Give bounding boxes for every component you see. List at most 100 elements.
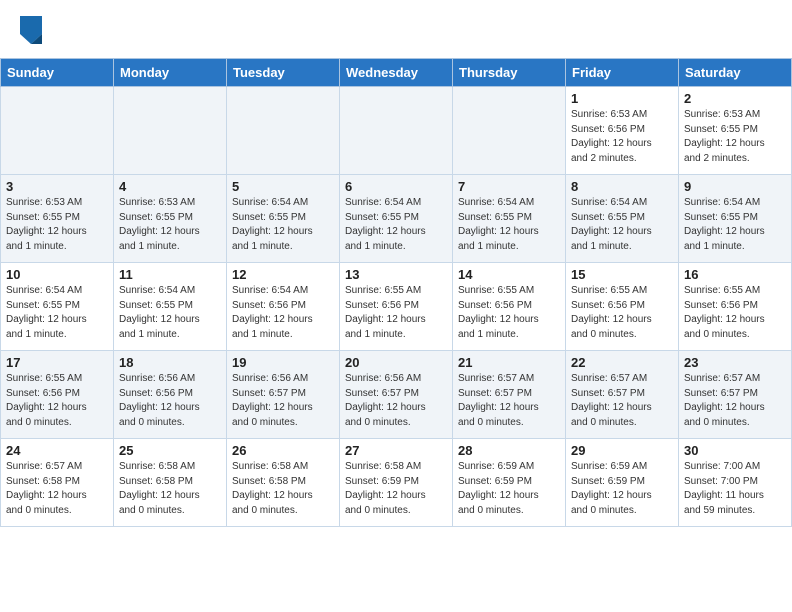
day-info: Sunrise: 6:54 AMSunset: 6:55 PMDaylight:… — [119, 284, 221, 342]
calendar-cell: 13 Sunrise: 6:55 AMSunset: 6:56 PMDayligh… — [340, 263, 453, 351]
calendar-cell: 10 Sunrise: 6:54 AMSunset: 6:55 PMDayligh… — [1, 263, 114, 351]
day-info: Sunrise: 6:59 AMSunset: 6:59 PMDaylight:… — [458, 460, 560, 518]
calendar-cell — [453, 87, 566, 175]
day-number: 28 — [458, 443, 560, 458]
day-info: Sunrise: 6:53 AMSunset: 6:55 PMDaylight:… — [6, 196, 108, 254]
calendar-cell: 6Sunrise: 6:54 AMSunset: 6:55 PMDaylight… — [340, 175, 453, 263]
day-number: 13 — [345, 267, 447, 282]
logo — [20, 18, 46, 44]
day-info: Sunrise: 6:54 AMSunset: 6:55 PMDaylight:… — [571, 196, 673, 254]
day-info: Sunrise: 6:56 AMSunset: 6:57 PMDaylight:… — [345, 372, 447, 430]
day-info: Sunrise: 6:55 AMSunset: 6:56 PMDaylight:… — [458, 284, 560, 342]
calendar-cell: 26Sunrise: 6:58 AMSunset: 6:58 PMDayligh… — [227, 439, 340, 527]
calendar-cell: 2Sunrise: 6:53 AMSunset: 6:55 PMDaylight… — [679, 87, 792, 175]
logo-icon — [20, 16, 42, 44]
day-info: Sunrise: 6:54 AMSunset: 6:56 PMDaylight:… — [232, 284, 334, 342]
day-info: Sunrise: 6:53 AMSunset: 6:55 PMDaylight:… — [684, 108, 786, 166]
day-number: 29 — [571, 443, 673, 458]
calendar-cell: 23Sunrise: 6:57 AMSunset: 6:57 PMDayligh… — [679, 351, 792, 439]
day-info: Sunrise: 6:53 AMSunset: 6:56 PMDaylight:… — [571, 108, 673, 166]
calendar-cell: 9 Sunrise: 6:54 AMSunset: 6:55 PMDaylight… — [679, 175, 792, 263]
day-number: 10 — [6, 267, 108, 282]
weekday-header: Tuesday — [227, 59, 340, 87]
calendar-cell — [340, 87, 453, 175]
day-number: 15 — [571, 267, 673, 282]
day-number: 5 — [232, 179, 334, 194]
day-info: Sunrise: 6:57 AMSunset: 6:57 PMDaylight:… — [571, 372, 673, 430]
weekday-header: Saturday — [679, 59, 792, 87]
day-info: Sunrise: 6:58 AMSunset: 6:58 PMDaylight:… — [232, 460, 334, 518]
weekday-header: Thursday — [453, 59, 566, 87]
day-info: Sunrise: 6:57 AMSunset: 6:58 PMDaylight:… — [6, 460, 108, 518]
calendar-cell — [227, 87, 340, 175]
day-number: 12 — [232, 267, 334, 282]
day-info: Sunrise: 6:55 AMSunset: 6:56 PMDaylight:… — [571, 284, 673, 342]
day-number: 3 — [6, 179, 108, 194]
calendar-week-row: 24 Sunrise: 6:57 AMSunset: 6:58 PMDayligh… — [1, 439, 792, 527]
day-number: 21 — [458, 355, 560, 370]
day-info: Sunrise: 6:54 AMSunset: 6:55 PMDaylight:… — [232, 196, 334, 254]
calendar-cell: 16 Sunrise: 6:55 AMSunset: 6:56 PMDayligh… — [679, 263, 792, 351]
day-number: 23 — [684, 355, 786, 370]
calendar-week-row: 17Sunrise: 6:55 AMSunset: 6:56 PMDayligh… — [1, 351, 792, 439]
day-number: 20 — [345, 355, 447, 370]
day-number: 18 — [119, 355, 221, 370]
day-number: 9 — [684, 179, 786, 194]
day-info: Sunrise: 6:54 AMSunset: 6:55 PMDaylight:… — [458, 196, 560, 254]
calendar-cell: 27 Sunrise: 6:58 AMSunset: 6:59 PMDayligh… — [340, 439, 453, 527]
calendar-cell: 4Sunrise: 6:53 AMSunset: 6:55 PMDaylight… — [114, 175, 227, 263]
day-number: 1 — [571, 91, 673, 106]
day-info: Sunrise: 6:58 AMSunset: 6:58 PMDaylight:… — [119, 460, 221, 518]
calendar-cell — [1, 87, 114, 175]
day-number: 17 — [6, 355, 108, 370]
weekday-header: Sunday — [1, 59, 114, 87]
day-number: 19 — [232, 355, 334, 370]
day-number: 24 — [6, 443, 108, 458]
day-number: 27 — [345, 443, 447, 458]
calendar-cell: 29 Sunrise: 6:59 AMSunset: 6:59 PMDayligh… — [566, 439, 679, 527]
calendar-cell: 25 Sunrise: 6:58 AMSunset: 6:58 PMDayligh… — [114, 439, 227, 527]
header — [0, 0, 792, 54]
calendar-cell: 12 Sunrise: 6:54 AMSunset: 6:56 PMDayligh… — [227, 263, 340, 351]
weekday-header: Wednesday — [340, 59, 453, 87]
calendar-cell: 19 Sunrise: 6:56 AMSunset: 6:57 PMDayligh… — [227, 351, 340, 439]
day-info: Sunrise: 6:55 AMSunset: 6:56 PMDaylight:… — [684, 284, 786, 342]
weekday-header-row: SundayMondayTuesdayWednesdayThursdayFrid… — [1, 59, 792, 87]
day-info: Sunrise: 6:57 AMSunset: 6:57 PMDaylight:… — [458, 372, 560, 430]
day-info: Sunrise: 6:58 AMSunset: 6:59 PMDaylight:… — [345, 460, 447, 518]
day-info: Sunrise: 7:00 AMSunset: 7:00 PMDaylight:… — [684, 460, 786, 518]
calendar-cell: 8Sunrise: 6:54 AMSunset: 6:55 PMDaylight… — [566, 175, 679, 263]
calendar-cell: 24 Sunrise: 6:57 AMSunset: 6:58 PMDayligh… — [1, 439, 114, 527]
day-number: 22 — [571, 355, 673, 370]
calendar-cell: 22 Sunrise: 6:57 AMSunset: 6:57 PMDayligh… — [566, 351, 679, 439]
weekday-header: Friday — [566, 59, 679, 87]
calendar-cell: 3 Sunrise: 6:53 AMSunset: 6:55 PMDaylight… — [1, 175, 114, 263]
calendar-cell: 7 Sunrise: 6:54 AMSunset: 6:55 PMDaylight… — [453, 175, 566, 263]
day-number: 30 — [684, 443, 786, 458]
day-number: 11 — [119, 267, 221, 282]
calendar-cell: 21 Sunrise: 6:57 AMSunset: 6:57 PMDayligh… — [453, 351, 566, 439]
calendar-cell: 30 Sunrise: 7:00 AMSunset: 7:00 PMDayligh… — [679, 439, 792, 527]
day-number: 25 — [119, 443, 221, 458]
calendar-cell: 28 Sunrise: 6:59 AMSunset: 6:59 PMDayligh… — [453, 439, 566, 527]
calendar-cell: 14 Sunrise: 6:55 AMSunset: 6:56 PMDayligh… — [453, 263, 566, 351]
day-info: Sunrise: 6:55 AMSunset: 6:56 PMDaylight:… — [345, 284, 447, 342]
day-info: Sunrise: 6:56 AMSunset: 6:57 PMDaylight:… — [232, 372, 334, 430]
calendar-cell: 11 Sunrise: 6:54 AMSunset: 6:55 PMDayligh… — [114, 263, 227, 351]
day-info: Sunrise: 6:59 AMSunset: 6:59 PMDaylight:… — [571, 460, 673, 518]
day-info: Sunrise: 6:54 AMSunset: 6:55 PMDaylight:… — [6, 284, 108, 342]
day-info: Sunrise: 6:56 AMSunset: 6:56 PMDaylight:… — [119, 372, 221, 430]
calendar-cell — [114, 87, 227, 175]
calendar-cell: 17Sunrise: 6:55 AMSunset: 6:56 PMDayligh… — [1, 351, 114, 439]
page: SundayMondayTuesdayWednesdayThursdayFrid… — [0, 0, 792, 527]
day-info: Sunrise: 6:54 AMSunset: 6:55 PMDaylight:… — [684, 196, 786, 254]
weekday-header: Monday — [114, 59, 227, 87]
day-number: 16 — [684, 267, 786, 282]
calendar-week-row: 10 Sunrise: 6:54 AMSunset: 6:55 PMDayligh… — [1, 263, 792, 351]
calendar-cell: 20 Sunrise: 6:56 AMSunset: 6:57 PMDayligh… — [340, 351, 453, 439]
day-number: 7 — [458, 179, 560, 194]
calendar-cell: 5 Sunrise: 6:54 AMSunset: 6:55 PMDaylight… — [227, 175, 340, 263]
calendar-week-row: 1 Sunrise: 6:53 AMSunset: 6:56 PMDaylight… — [1, 87, 792, 175]
day-number: 14 — [458, 267, 560, 282]
calendar-cell: 15 Sunrise: 6:55 AMSunset: 6:56 PMDayligh… — [566, 263, 679, 351]
